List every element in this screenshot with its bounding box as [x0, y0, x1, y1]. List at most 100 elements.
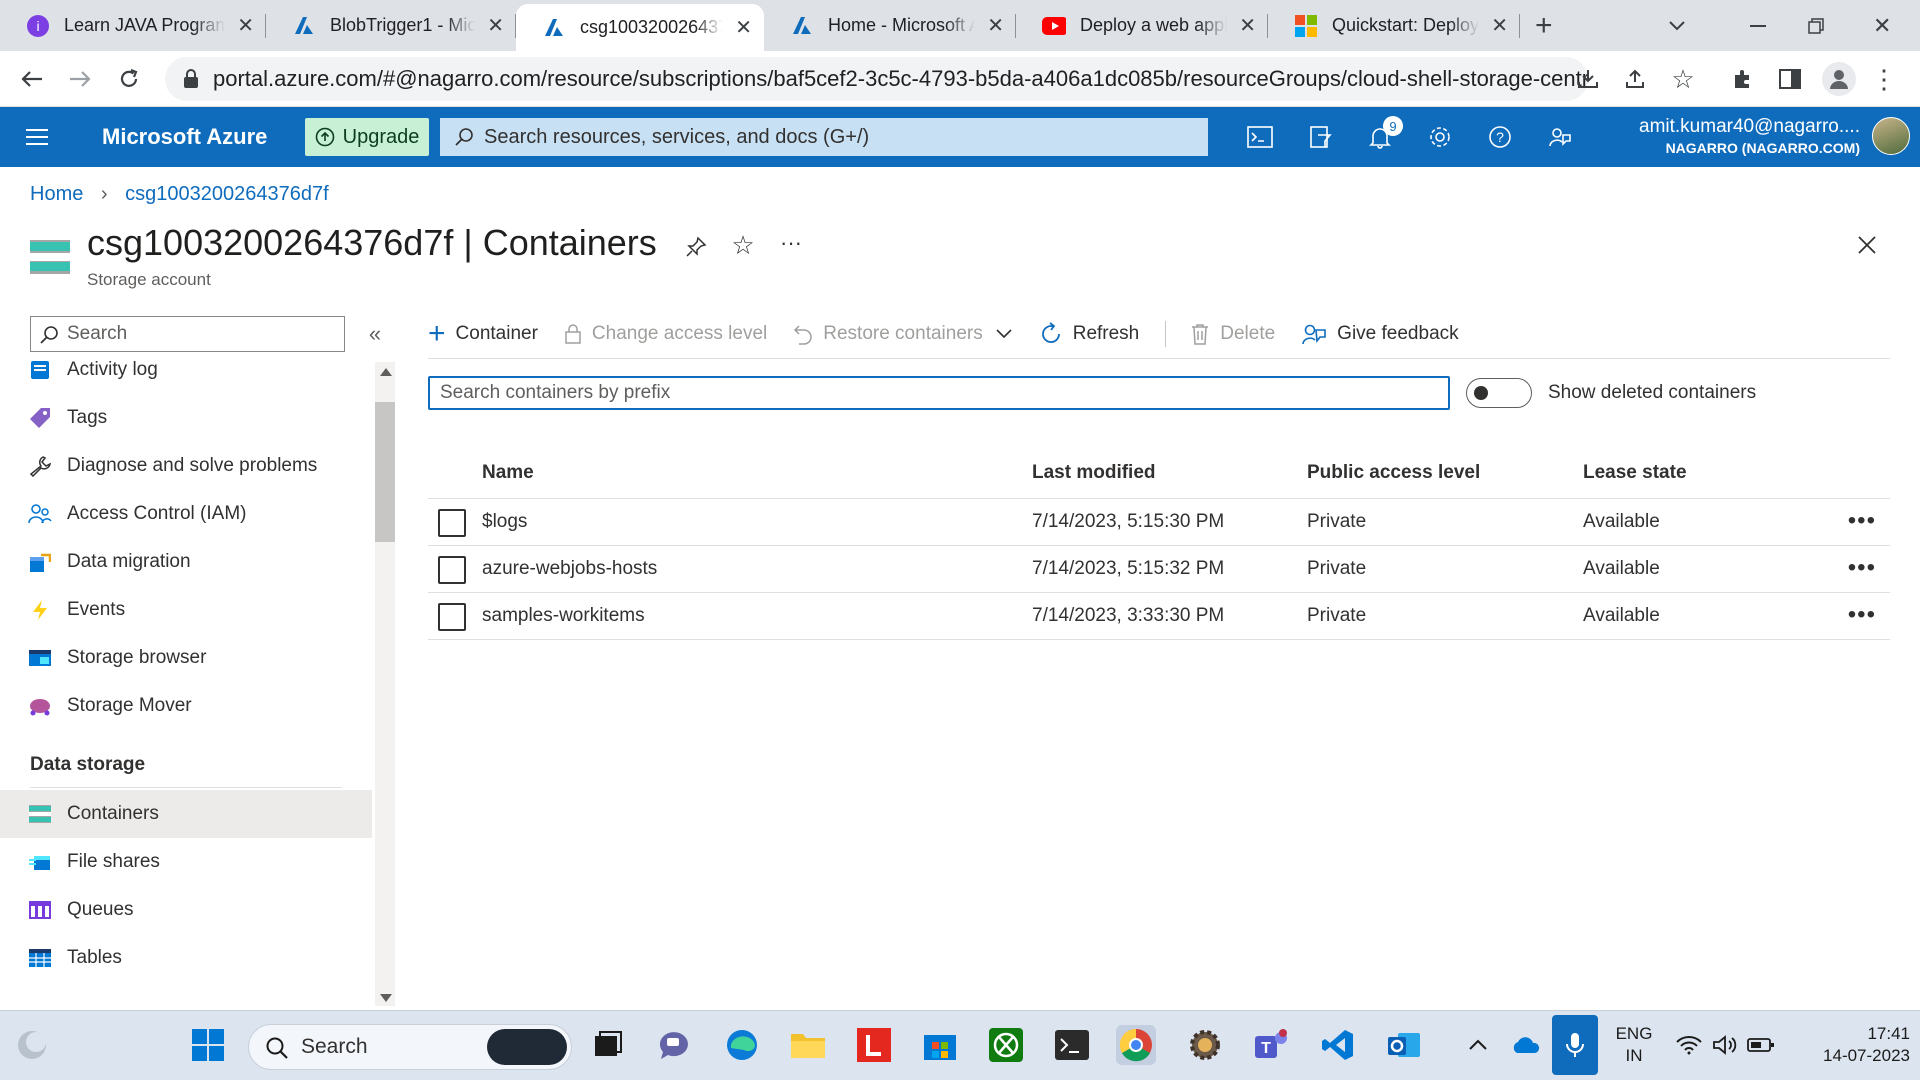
favorite-star-icon[interactable]: ☆	[728, 230, 758, 260]
edge-browser-icon[interactable]	[722, 1025, 762, 1065]
xbox-icon[interactable]	[986, 1025, 1026, 1065]
scroll-thumb[interactable]	[375, 402, 395, 542]
browser-menu-icon[interactable]: ⋮	[1871, 64, 1897, 94]
start-windows-icon[interactable]	[188, 1025, 228, 1065]
restore-icon[interactable]	[1808, 0, 1824, 51]
microphone-icon[interactable]	[1552, 1015, 1598, 1075]
lock-icon[interactable]	[181, 68, 201, 90]
directory-filter-icon[interactable]	[1305, 122, 1335, 152]
sidebar-item-events[interactable]: Events	[0, 586, 372, 634]
close-window-icon[interactable]: ✕	[1873, 0, 1891, 51]
sidebar-item-activity-log[interactable]: Activity log	[0, 346, 372, 394]
share-icon[interactable]	[1620, 64, 1650, 94]
profile-icon[interactable]	[1822, 62, 1856, 96]
close-blade-icon[interactable]	[1852, 230, 1882, 260]
global-search-input[interactable]: Search resources, services, and docs (G+…	[440, 118, 1208, 156]
browser-tab[interactable]: Home - Microsoft Azure ✕	[764, 0, 1016, 51]
column-header-lease-state[interactable]: Lease state	[1583, 447, 1687, 498]
help-icon[interactable]: ?	[1485, 122, 1515, 152]
upgrade-button[interactable]: Upgrade	[305, 118, 429, 156]
change-access-level-button[interactable]: Change access level	[564, 323, 767, 345]
terminal-icon[interactable]	[1052, 1025, 1092, 1065]
browser-tab-active[interactable]: csg1003200264376d7f ✕	[516, 4, 764, 51]
bookmark-star-icon[interactable]: ☆	[1668, 64, 1698, 94]
chrome-browser-icon[interactable]	[1116, 1025, 1156, 1065]
cloud-shell-icon[interactable]	[1245, 122, 1275, 152]
side-panel-icon[interactable]	[1775, 64, 1805, 94]
install-app-icon[interactable]	[1573, 64, 1603, 94]
close-tab-icon[interactable]: ✕	[1491, 13, 1508, 38]
brand-name[interactable]: Microsoft Azure	[102, 124, 267, 150]
scroll-up-icon[interactable]	[380, 368, 392, 376]
row-checkbox[interactable]	[438, 556, 466, 584]
row-more-options-icon[interactable]: •••	[1848, 554, 1876, 582]
close-tab-icon[interactable]: ✕	[1239, 13, 1256, 38]
avatar[interactable]	[1872, 117, 1910, 155]
notifications-icon[interactable]: 9	[1365, 116, 1403, 152]
chevron-down-icon[interactable]	[995, 328, 1013, 340]
add-container-button[interactable]: + Container	[428, 317, 538, 351]
sidebar-item-diagnose[interactable]: Diagnose and solve problems	[0, 442, 372, 490]
column-header-last-modified[interactable]: Last modified	[1032, 447, 1156, 498]
column-header-name[interactable]: Name	[482, 447, 534, 498]
table-row[interactable]: samples-workitems 7/14/2023, 3:33:30 PM …	[428, 593, 1890, 640]
language-indicator[interactable]: ENG IN	[1612, 1023, 1656, 1067]
new-tab-icon[interactable]: +	[1535, 0, 1553, 51]
container-prefix-search-input[interactable]: Search containers by prefix	[428, 376, 1450, 410]
sidebar-item-storage-mover[interactable]: Storage Mover	[0, 682, 372, 730]
taskbar-search-box[interactable]: Search	[248, 1024, 572, 1070]
tab-search-icon[interactable]	[1668, 0, 1686, 51]
delete-button[interactable]: Delete	[1190, 323, 1275, 345]
row-checkbox[interactable]	[438, 509, 466, 537]
browser-tab[interactable]: Deploy a web application ✕	[1016, 0, 1268, 51]
sidebar-scrollbar[interactable]	[375, 362, 395, 1006]
pin-icon[interactable]	[681, 232, 711, 262]
chat-icon[interactable]	[655, 1025, 695, 1065]
close-tab-icon[interactable]: ✕	[237, 13, 254, 38]
feedback-icon[interactable]	[1545, 122, 1575, 152]
give-feedback-button[interactable]: Give feedback	[1301, 322, 1459, 346]
settings-gear-icon[interactable]	[1425, 122, 1455, 152]
table-row[interactable]: $logs 7/14/2023, 5:15:30 PM Private Avai…	[428, 499, 1890, 546]
lucidchart-icon[interactable]	[854, 1025, 894, 1065]
show-hidden-icons-icon[interactable]	[1458, 1025, 1498, 1065]
sidebar-item-iam[interactable]: Access Control (IAM)	[0, 490, 372, 538]
wifi-icon[interactable]	[1672, 1025, 1706, 1065]
minimize-icon[interactable]	[1750, 0, 1766, 51]
outlook-icon[interactable]	[1384, 1025, 1424, 1065]
teams-icon[interactable]: T	[1251, 1025, 1291, 1065]
browser-tab[interactable]: i Learn JAVA Programming ✕	[0, 0, 266, 51]
extensions-icon[interactable]	[1728, 64, 1758, 94]
refresh-button[interactable]: Refresh	[1039, 322, 1139, 346]
row-checkbox[interactable]	[438, 603, 466, 631]
battery-icon[interactable]	[1744, 1025, 1778, 1065]
row-more-options-icon[interactable]: •••	[1848, 601, 1876, 629]
scroll-down-icon[interactable]	[380, 994, 392, 1002]
breadcrumb-home[interactable]: Home	[30, 183, 83, 205]
sidebar-item-containers[interactable]: Containers	[0, 790, 372, 838]
account-info[interactable]: amit.kumar40@nagarro.... NAGARRO (NAGARR…	[1639, 116, 1860, 156]
system-clock[interactable]: 17:41 14-07-2023	[1786, 1023, 1910, 1067]
back-icon[interactable]	[18, 65, 46, 93]
file-explorer-icon[interactable]	[788, 1025, 828, 1065]
table-row[interactable]: azure-webjobs-hosts 7/14/2023, 5:15:32 P…	[428, 546, 1890, 593]
sidebar-item-tags[interactable]: Tags	[0, 394, 372, 442]
volume-icon[interactable]	[1708, 1025, 1742, 1065]
browser-tab[interactable]: Quickstart: Deploy an ✕	[1268, 0, 1520, 51]
row-more-options-icon[interactable]: •••	[1848, 507, 1876, 535]
settings-gear-icon[interactable]	[1185, 1025, 1225, 1065]
close-tab-icon[interactable]: ✕	[987, 13, 1004, 38]
microsoft-store-icon[interactable]	[920, 1025, 960, 1065]
close-tab-icon[interactable]: ✕	[735, 15, 752, 40]
container-name-link[interactable]: samples-workitems	[482, 593, 645, 639]
weather-widget-icon[interactable]	[12, 1025, 52, 1065]
sidebar-item-storage-browser[interactable]: Storage browser	[0, 634, 372, 682]
sidebar-item-file-shares[interactable]: File shares	[0, 838, 372, 886]
browser-tab[interactable]: BlobTrigger1 - Microsoft Azure ✕	[266, 0, 516, 51]
sidebar-item-tables[interactable]: Tables	[0, 934, 372, 982]
breadcrumb-resource[interactable]: csg1003200264376d7f	[125, 183, 329, 205]
sidebar-item-queues[interactable]: Queues	[0, 886, 372, 934]
address-bar[interactable]: portal.azure.com/#@nagarro.com/resource/…	[165, 57, 1588, 101]
portal-menu-icon[interactable]	[22, 122, 52, 152]
container-name-link[interactable]: azure-webjobs-hosts	[482, 546, 657, 592]
